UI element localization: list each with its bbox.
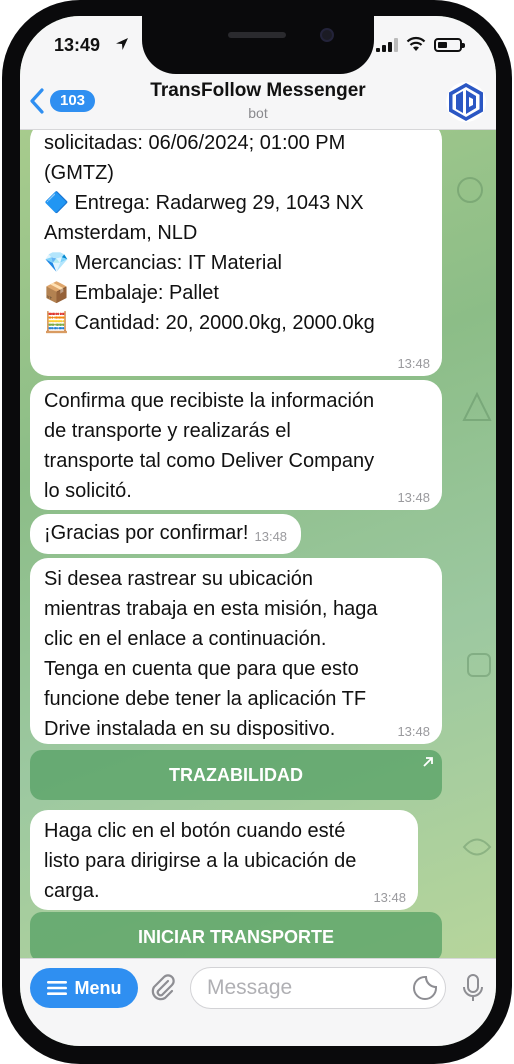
signal-icon xyxy=(376,38,398,52)
doodle-icon xyxy=(467,653,491,677)
message-bubble: Confirma que recibiste la información de… xyxy=(30,380,442,510)
message-line: Amsterdam, NLD xyxy=(44,222,198,244)
message-input[interactable] xyxy=(190,967,446,1009)
message-line: de transporte y realizarás el xyxy=(44,420,291,442)
message-line: clic en el enlace a continuación. xyxy=(44,628,327,650)
chevron-left-icon xyxy=(30,88,44,114)
message-line: lo solicitó. xyxy=(44,480,132,502)
external-link-arrow-icon xyxy=(423,757,433,767)
message-line: 🧮 Cantidad: 20, 2000.0kg, 2000.0kg xyxy=(44,312,375,334)
paperclip-icon[interactable] xyxy=(148,973,178,1003)
chat-header: 103 TransFollow Messenger bot xyxy=(20,70,496,130)
notch xyxy=(142,16,374,74)
message-line: Haga clic en el botón cuando esté xyxy=(44,820,346,842)
message-time: 13:48 xyxy=(254,529,288,544)
doodle-icon xyxy=(462,838,492,856)
message-time: 13:48 xyxy=(397,356,430,371)
message-line: Drive instalada en su dispositivo. xyxy=(44,718,336,740)
menu-button[interactable]: Menu xyxy=(30,968,138,1008)
message-line: 📦 Embalaje: Pallet xyxy=(44,282,219,304)
microphone-icon[interactable] xyxy=(462,973,484,1003)
back-button[interactable]: 103 xyxy=(28,86,96,116)
message-line: Confirma que recibiste la información xyxy=(44,390,375,412)
message-bubble: ¡Gracias por confirmar! 13:48 xyxy=(30,514,302,554)
wifi-icon xyxy=(406,36,426,51)
message-bubble: solicitadas: 06/06/2024; 01:00 PM (GMTZ)… xyxy=(30,130,442,376)
message-line: transporte tal como Deliver Company xyxy=(44,450,375,472)
message-bubble: Si desea rastrear su ubicación mientras … xyxy=(30,558,442,744)
message-line: Si desea rastrear su ubicación xyxy=(44,568,314,590)
message-time: 13:48 xyxy=(397,724,430,739)
message-line: 🔷 Entrega: Radarweg 29, 1043 NX xyxy=(44,192,364,214)
message-bubble: Haga clic en el botón cuando esté listo … xyxy=(30,810,418,910)
battery-level xyxy=(438,42,447,48)
chat-subtitle: bot xyxy=(248,105,268,121)
message-line: Tenga en cuenta que para que esto xyxy=(44,658,359,680)
phone-frame: 13:49 103 TransFollow Messenger bot soli… xyxy=(2,0,512,1064)
message-line: listo para dirigirse a la ubicación de xyxy=(44,850,357,872)
status-time: 13:49 xyxy=(54,35,101,55)
bot-avatar-logo[interactable] xyxy=(446,82,486,122)
message-line: carga. xyxy=(44,880,100,902)
camera xyxy=(320,28,334,42)
unread-count-badge: 103 xyxy=(50,90,96,112)
chat-title[interactable]: TransFollow Messenger xyxy=(110,80,406,102)
message-line: ¡Gracias por confirmar! xyxy=(44,522,249,544)
message-line: mientras trabaja en esta misión, haga xyxy=(44,598,378,620)
doodle-icon xyxy=(457,177,483,203)
location-arrow-icon xyxy=(116,38,128,50)
iniciar-transporte-label: INICIAR TRANSPORTE xyxy=(137,926,334,947)
message-line: funcione debe tener la aplicación TF xyxy=(44,688,367,710)
input-bar: Menu xyxy=(20,958,496,1046)
trazabilidad-label: TRAZABILIDAD xyxy=(169,764,303,785)
message-line: (GMTZ) xyxy=(44,162,114,184)
message-time: 13:48 xyxy=(373,890,406,905)
doodle-icon xyxy=(462,391,492,421)
menu-label: Menu xyxy=(74,977,122,998)
sticker-icon[interactable] xyxy=(412,975,438,1001)
message-line: 💎 Mercancias: IT Material xyxy=(44,252,282,274)
trazabilidad-button[interactable]: TRAZABILIDAD xyxy=(30,750,442,800)
hamburger-icon xyxy=(46,981,67,995)
speaker xyxy=(228,32,286,38)
chat-area[interactable]: solicitadas: 06/06/2024; 01:00 PM (GMTZ)… xyxy=(20,130,496,958)
iniciar-transporte-button[interactable]: INICIAR TRANSPORTE xyxy=(30,912,442,958)
message-time: 13:48 xyxy=(397,490,430,505)
screen: 13:49 103 TransFollow Messenger bot soli… xyxy=(20,16,496,1046)
battery-icon xyxy=(434,38,465,52)
message-line: solicitadas: 06/06/2024; 01:00 PM xyxy=(44,132,346,154)
